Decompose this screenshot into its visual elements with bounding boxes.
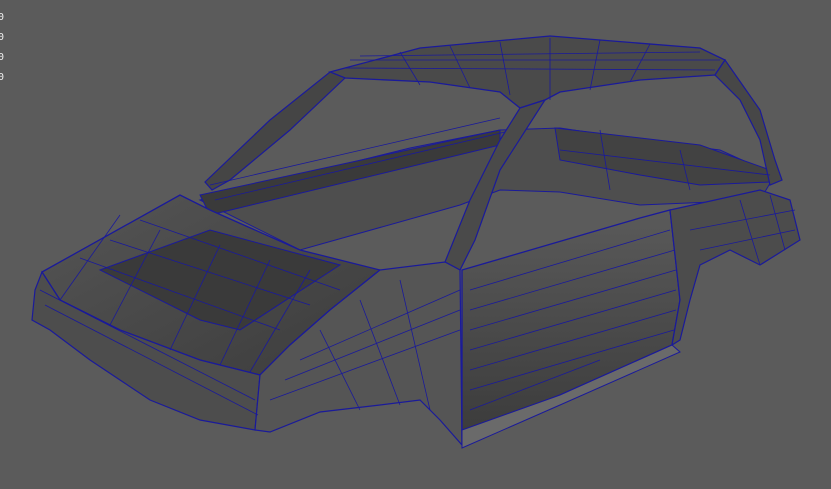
rear-quarter-panel [669,189,801,347]
roof-panel [327,35,726,109]
3d-viewport[interactable]: 0 0 0 0 [0,0,831,489]
door-panel [461,209,681,446]
car-body-wireframe-model[interactable] [0,0,831,489]
